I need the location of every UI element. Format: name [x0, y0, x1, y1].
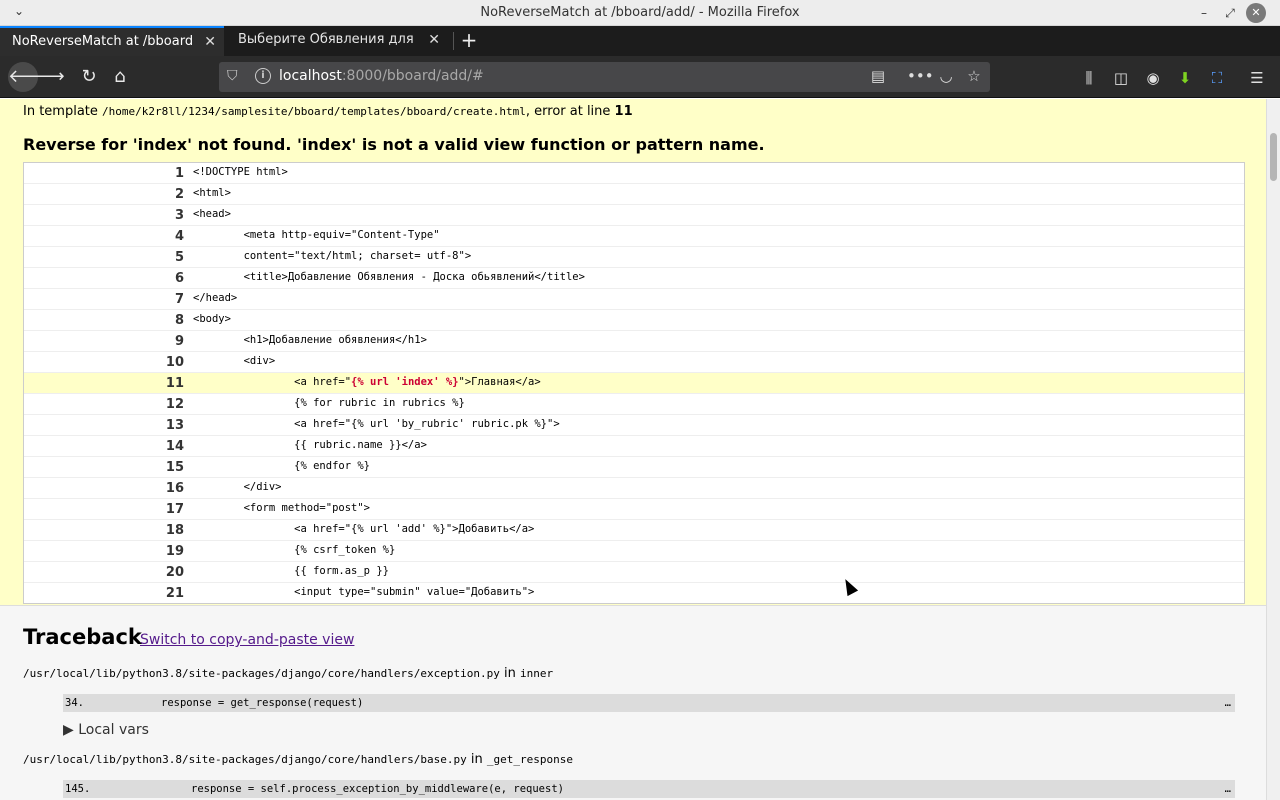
library-icon[interactable]: ⫼: [1078, 69, 1100, 87]
source-line: 8 <body>: [24, 310, 1244, 331]
error-message: Reverse for 'index' not found. 'index' i…: [23, 135, 765, 154]
reader-view-icon[interactable]: ▤: [868, 67, 888, 85]
copy-paste-view-link[interactable]: Switch to copy-and-paste view: [140, 632, 354, 648]
sidebar-icon[interactable]: ◫: [1110, 69, 1132, 87]
tracking-shield-icon[interactable]: ⛉: [227, 67, 243, 85]
window-title: NoReverseMatch at /bboard/add/ - Mozilla…: [480, 5, 800, 20]
source-line: 16 </div>: [24, 478, 1244, 499]
expand-context-icon[interactable]: …: [1225, 694, 1231, 712]
source-line: 9 <h1>Добавление обявления</h1>: [24, 331, 1244, 352]
url-text[interactable]: localhost:8000/bboard/add/#: [279, 68, 484, 84]
traceback-section: Traceback Switch to copy-and-paste view …: [0, 605, 1266, 800]
home-button[interactable]: ⌂: [105, 62, 135, 92]
tab-label: NoReverseMatch at /bboard/: [12, 34, 192, 49]
close-tab-icon[interactable]: ✕: [204, 28, 216, 56]
source-line: 6 <title>Добавление Обявления - Доска об…: [24, 268, 1244, 289]
translate-extension-icon[interactable]: ⛶: [1206, 69, 1228, 87]
traceback-frame-file: /usr/local/lib/python3.8/site-packages/d…: [23, 666, 554, 681]
bookmark-star-icon[interactable]: ☆: [964, 67, 984, 85]
source-line: 20 {{ form.as_p }}: [24, 562, 1244, 583]
source-line: 13 <a href="{% url 'by_rubric' rubric.pk…: [24, 415, 1244, 436]
source-line: 12 {% for rubric in rubrics %}: [24, 394, 1244, 415]
expand-context-icon[interactable]: …: [1225, 780, 1231, 798]
tab-separator: [453, 32, 454, 50]
source-line: 21 <input type="submin" value="Добавить"…: [24, 583, 1244, 603]
template-path: /home/k2r8ll/1234/samplesite/bboard/temp…: [102, 105, 526, 118]
url-bar[interactable]: ⛉ i localhost:8000/bboard/add/# ▤ ••• ◡ …: [219, 62, 990, 92]
error-tag: {% url 'index' %}: [351, 376, 459, 388]
source-line: 19 {% csrf_token %}: [24, 541, 1244, 562]
scrollbar-thumb[interactable]: [1270, 133, 1277, 181]
window-titlebar: ⌄ NoReverseMatch at /bboard/add/ - Mozil…: [0, 0, 1280, 26]
account-icon[interactable]: ◉: [1142, 69, 1164, 87]
source-line: 2 <html>: [24, 184, 1244, 205]
close-tab-icon[interactable]: ✕: [428, 26, 440, 54]
source-line: 17 <form method="post">: [24, 499, 1244, 520]
template-info: In template /home/k2r8ll/1234/samplesite…: [23, 104, 633, 119]
source-line: 4 <meta http-equiv="Content-Type": [24, 226, 1244, 247]
pocket-icon[interactable]: ◡: [936, 67, 956, 85]
tab-label: Выберите Обявления для из: [238, 32, 418, 47]
traceback-heading: Traceback: [23, 625, 142, 649]
template-source: 1 <!DOCTYPE html> 2 <html> 3 <head> 4 <meta…: [23, 162, 1245, 604]
reload-button[interactable]: ↻: [74, 62, 104, 92]
hamburger-menu-icon[interactable]: ☰: [1246, 69, 1268, 87]
source-line: 18 <a href="{% url 'add' %}">Добавить</a…: [24, 520, 1244, 541]
traceback-frame-file: /usr/local/lib/python3.8/site-packages/d…: [23, 752, 573, 767]
source-line: 7 </head>: [24, 289, 1244, 310]
traceback-frame-context[interactable]: 145. response = self.process_exception_b…: [63, 780, 1235, 798]
site-info-icon[interactable]: i: [255, 68, 271, 84]
page-content: In template /home/k2r8ll/1234/samplesite…: [0, 99, 1266, 800]
traceback-frame-context[interactable]: 34. response = get_response(request) …: [63, 694, 1235, 712]
close-window-icon[interactable]: ✕: [1246, 3, 1266, 23]
source-line: 15 {% endfor %}: [24, 457, 1244, 478]
forward-button[interactable]: →: [42, 62, 72, 92]
tab-bar: NoReverseMatch at /bboard/ ✕ Выберите Об…: [0, 26, 1280, 56]
error-line-number: 11: [614, 104, 633, 119]
navigation-toolbar: 🡐 → ↻ ⌂ ⛉ i localhost:8000/bboard/add/# …: [0, 56, 1280, 98]
minimize-icon[interactable]: –: [1194, 3, 1214, 23]
new-tab-button[interactable]: +: [458, 26, 480, 56]
source-line: 3 <head>: [24, 205, 1244, 226]
page-scrollbar[interactable]: [1266, 99, 1280, 800]
local-vars-toggle[interactable]: ▶ Local vars: [63, 722, 149, 738]
tab-noreversematch[interactable]: NoReverseMatch at /bboard/ ✕: [0, 26, 224, 56]
source-line-error: 11 <a href="{% url 'index' %}">Главная</…: [24, 373, 1244, 394]
back-button[interactable]: 🡐: [8, 62, 56, 92]
source-line: 14 {{ rubric.name }}</a>: [24, 436, 1244, 457]
maximize-icon[interactable]: ⤢: [1220, 3, 1240, 23]
tab-choose-ads[interactable]: Выберите Обявления для из ✕: [226, 26, 448, 56]
page-actions-icon[interactable]: •••: [907, 67, 934, 85]
download-extension-icon[interactable]: ⬇: [1174, 69, 1196, 87]
source-line: 1 <!DOCTYPE html>: [24, 163, 1244, 184]
source-line: 10 <div>: [24, 352, 1244, 373]
source-line: 5 content="text/html; charset= utf-8">: [24, 247, 1244, 268]
